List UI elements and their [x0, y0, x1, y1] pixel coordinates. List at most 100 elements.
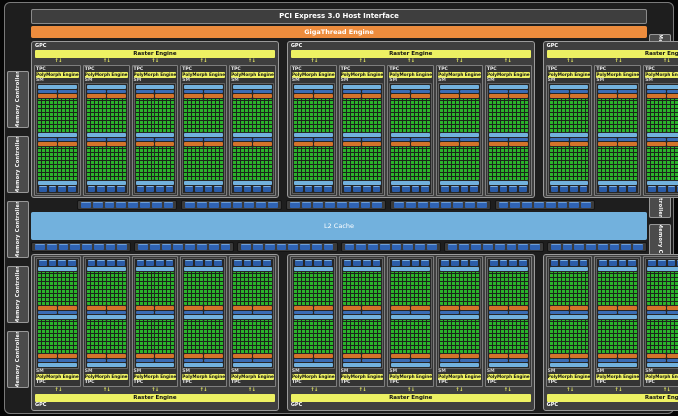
instruction-buffer-bar — [204, 138, 223, 141]
cuda-core-grid — [618, 99, 637, 132]
pci-express-host-interface-bar: PCI Express 3.0 Host Interface — [31, 9, 647, 24]
instruction-buffer-bar — [391, 138, 410, 141]
sm-processing-block — [38, 90, 57, 132]
crossbar-port — [209, 244, 219, 250]
instruction-buffer-bar — [362, 90, 381, 93]
sm-block — [292, 83, 335, 194]
tpc: TPCPolyMorph EngineSM — [643, 65, 678, 196]
instruction-buffer-bar — [155, 90, 174, 93]
instruction-buffer-bar — [136, 359, 155, 362]
tpc: TPCPolyMorph EngineSM — [546, 65, 593, 196]
sm-block — [134, 258, 177, 369]
tpc-label: TPC — [36, 380, 79, 385]
up-down-arrows-icon: ↑↓ — [387, 58, 435, 65]
shared-memory-bar — [391, 315, 430, 319]
sm-processing-block — [314, 320, 333, 362]
texture-unit — [560, 186, 568, 192]
texture-units-row — [294, 260, 333, 266]
texture-unit — [146, 186, 154, 192]
texture-unit — [551, 260, 559, 266]
sm-processing-block — [550, 138, 569, 180]
sm-processing-blocks — [136, 320, 175, 362]
crossbar-port — [265, 244, 275, 250]
cuda-core-grid — [391, 272, 410, 305]
sm-processing-block — [667, 90, 678, 132]
instruction-cache-bar — [184, 85, 223, 89]
sm-processing-blocks — [233, 138, 272, 180]
crossbar-port — [368, 244, 378, 250]
warp-scheduler-bar — [58, 354, 77, 358]
sm-block — [182, 83, 225, 194]
warp-scheduler-bar — [362, 142, 381, 146]
texture-unit — [412, 260, 420, 266]
sm-processing-block — [489, 138, 508, 180]
warp-scheduler-bar — [618, 142, 637, 146]
texture-unit — [619, 260, 627, 266]
cuda-core-grid — [87, 272, 106, 305]
cuda-core-grid — [343, 147, 362, 180]
sm-processing-block — [460, 138, 479, 180]
instruction-buffer-bar — [253, 90, 272, 93]
texture-cache-bar — [489, 181, 528, 185]
texture-unit — [461, 260, 469, 266]
tpc: TPCPolyMorph EngineSM — [83, 256, 130, 387]
gpu-die: PCI Express 3.0 Host Interface GigaThrea… — [4, 2, 674, 414]
instruction-buffer-bar — [233, 138, 252, 141]
tpc: TPCPolyMorph EngineSM — [643, 256, 678, 387]
warp-scheduler-bar — [550, 94, 569, 98]
crossbar-port — [530, 244, 540, 250]
cuda-core-grid — [647, 99, 666, 132]
crossbar-port — [325, 202, 335, 208]
texture-unit — [363, 260, 371, 266]
cuda-core-grid — [411, 147, 430, 180]
texture-unit — [253, 186, 261, 192]
cuda-core-grid — [58, 272, 77, 305]
sm-processing-block — [411, 272, 430, 314]
texture-cache-bar — [233, 181, 272, 185]
sm-processing-blocks — [343, 272, 382, 314]
warp-scheduler-bar — [38, 94, 57, 98]
crossbar-port — [563, 244, 573, 250]
texture-unit — [314, 260, 322, 266]
texture-cache-bar — [550, 267, 589, 271]
up-down-arrows-icon: ↑↓ — [387, 387, 435, 394]
instruction-buffer-bar — [509, 359, 528, 362]
cuda-core-grid — [233, 99, 252, 132]
sm-block — [292, 258, 335, 369]
shared-memory-bar — [136, 133, 175, 137]
sm-processing-block — [411, 320, 430, 362]
up-down-arrows-icon: ↑↓ — [227, 58, 275, 65]
crossbar-port — [598, 244, 608, 250]
instruction-buffer-bar — [440, 90, 459, 93]
texture-cache-bar — [87, 267, 126, 271]
sm-processing-block — [391, 138, 410, 180]
texture-unit — [263, 186, 271, 192]
warp-scheduler-bar — [136, 354, 155, 358]
texture-units-row — [391, 186, 430, 192]
sm-processing-blocks — [87, 90, 126, 132]
memory-controller: Memory Controller — [7, 71, 29, 128]
warp-scheduler-bar — [489, 354, 508, 358]
cuda-core-grid — [38, 320, 57, 353]
memory-controller: Memory Controller — [7, 201, 29, 258]
crossbar-port — [288, 244, 298, 250]
raster-tpc-arrows: ↑↓↑↓↑↓↑↓↑↓ — [546, 58, 678, 65]
sm-processing-block — [184, 320, 203, 362]
instruction-buffer-bar — [550, 359, 569, 362]
sm-processing-block — [343, 90, 362, 132]
crossbar-port — [93, 202, 103, 208]
crossbar-port — [495, 244, 505, 250]
shared-memory-bar — [647, 133, 678, 137]
instruction-buffer-bar — [647, 138, 666, 141]
sm-block — [548, 83, 591, 194]
cuda-core-grid — [598, 272, 617, 305]
crossbar-port — [522, 202, 532, 208]
gpc: GPCRaster Engine↑↓↑↓↑↓↑↓↑↓TPCPolyMorph E… — [543, 254, 678, 411]
sm-processing-block — [647, 272, 666, 314]
texture-unit — [470, 186, 478, 192]
warp-scheduler-bar — [107, 306, 126, 310]
texture-unit — [88, 186, 96, 192]
crossbar-group — [444, 242, 544, 252]
cuda-core-grid — [667, 272, 678, 305]
sm-processing-blocks — [184, 90, 223, 132]
